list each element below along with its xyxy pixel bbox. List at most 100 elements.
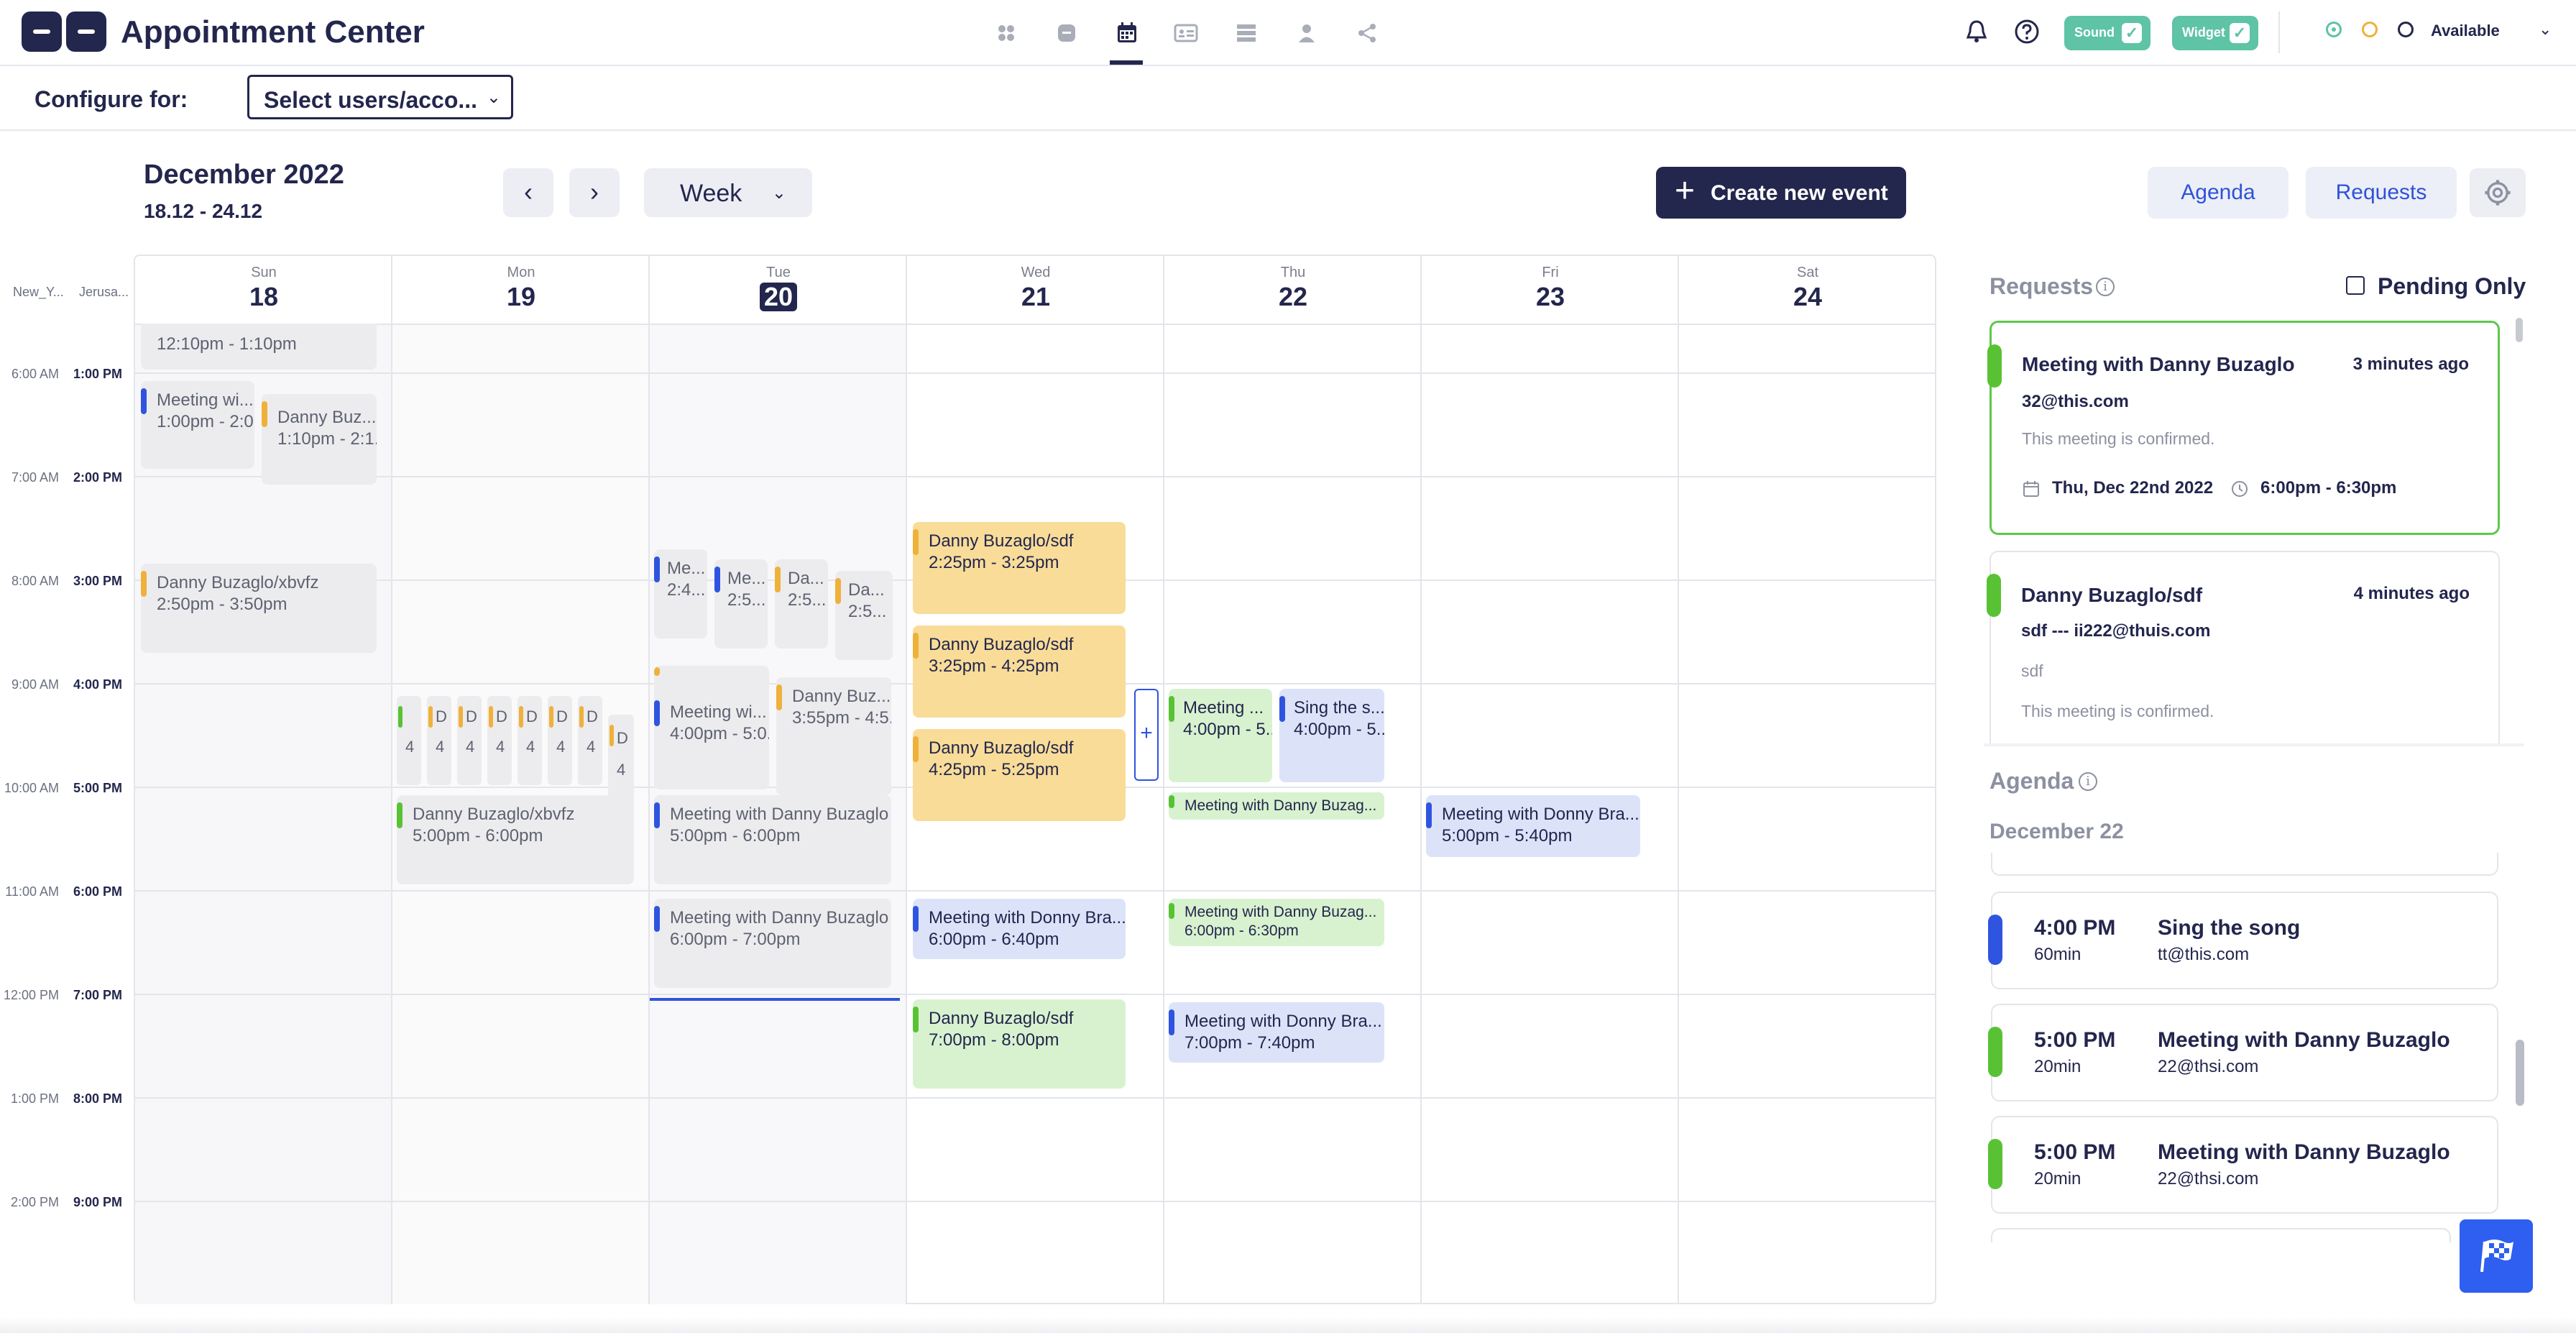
sound-toggle[interactable]: Sound ✓	[2064, 16, 2150, 50]
hour-line	[134, 1201, 1935, 1202]
grid-icon[interactable]	[992, 19, 1021, 47]
calendar-event[interactable]: Da... 2:5...	[775, 559, 828, 649]
create-event-button[interactable]: + Create new event	[1656, 167, 1906, 219]
agenda-accent	[1988, 1139, 2002, 1189]
calendar-event[interactable]: Meeting ... 4:00pm - 5...	[1169, 689, 1272, 782]
hour-line	[134, 476, 1935, 477]
chat-icon[interactable]	[1052, 19, 1081, 47]
hour-line	[134, 994, 1935, 995]
event-title: D	[556, 707, 568, 725]
day-name: Thu	[1280, 265, 1306, 280]
section-divider	[1984, 743, 2524, 746]
calendar-event[interactable]: Meeting with Danny Buzag... 6:00pm - 6:3…	[1169, 899, 1384, 946]
list-icon[interactable]	[1232, 19, 1261, 47]
requests-button[interactable]: Requests	[2306, 167, 2457, 219]
event-title: D	[617, 729, 628, 747]
calendar-event[interactable]: Da... 2:5...	[835, 571, 893, 660]
settings-button[interactable]	[2470, 168, 2526, 217]
calendar-event[interactable]: 12:10pm - 1:10pm	[141, 324, 377, 370]
event-color-bar	[1169, 795, 1174, 808]
status-busy-icon[interactable]	[2398, 22, 2414, 37]
request-time-ago: 4 minutes ago	[2353, 584, 2470, 603]
request-date: Thu, Dec 22nd 2022	[2052, 478, 2214, 498]
calendar-event[interactable]: D4	[427, 696, 451, 785]
calendar-icon[interactable]	[1113, 19, 1141, 47]
status-available-icon[interactable]	[2326, 22, 2342, 37]
user-select[interactable]: Select users/acco... ⌄	[247, 75, 513, 119]
calendar-event[interactable]: Danny Buz... 1:10pm - 2:1...	[262, 394, 377, 485]
calendar-event[interactable]: Me... 2:5...	[714, 559, 768, 649]
calendar-event[interactable]: Me... 2:4...	[654, 549, 707, 638]
calendar-event[interactable]: Danny Buz... 3:55pm - 4:5...	[776, 677, 891, 795]
calendar-event[interactable]: D4	[578, 696, 602, 785]
calendar-event[interactable]: Meeting with Danny Buzag...	[1169, 792, 1384, 820]
calendar-event[interactable]: Meeting wi... 1:00pm - 2:0...	[141, 381, 254, 469]
agenda-title-text: Meeting with Danny Buzaglo	[2158, 1140, 2450, 1164]
info-icon[interactable]: i	[2079, 772, 2097, 791]
calendar-event[interactable]: Danny Buzaglo/sdf 3:25pm - 4:25pm	[913, 626, 1126, 718]
calendar-event[interactable]: Meeting with Danny Buzaglo 5:00pm - 6:00…	[654, 795, 891, 884]
event-time: 3:55pm - 4:5...	[792, 708, 891, 728]
calendar-event[interactable]: Danny Buzaglo/sdf 7:00pm - 8:00pm	[913, 999, 1126, 1089]
event-title: Meeting wi...	[157, 390, 254, 410]
calendar-event[interactable]: D4	[518, 696, 542, 785]
info-icon[interactable]: i	[2096, 278, 2115, 296]
chevron-down-icon[interactable]: ⌄	[2539, 20, 2552, 39]
chevron-down-icon: ⌄	[771, 183, 786, 203]
hour-line	[134, 1097, 1935, 1099]
status-away-icon[interactable]	[2362, 22, 2378, 37]
event-title: Meeting wi...	[670, 702, 767, 722]
user-icon[interactable]	[1292, 19, 1321, 47]
header-divider	[134, 324, 1935, 325]
calendar-event[interactable]: Meeting wi... 4:00pm - 5:0...	[654, 666, 769, 789]
request-card[interactable]: Meeting with Danny Buzaglo 3 minutes ago…	[1987, 321, 2500, 535]
prev-week-button[interactable]: ‹	[503, 168, 553, 217]
agenda-item[interactable]: 4:00 PM 60min Sing the song tt@this.com	[1988, 892, 2498, 989]
pending-only-label[interactable]: Pending Only	[2378, 273, 2526, 300]
calendar-event[interactable]: Danny Buzaglo/xbvfz 5:00pm - 6:00pm	[397, 795, 634, 884]
scrollbar-thumb[interactable]	[2516, 1040, 2524, 1106]
request-accent	[1987, 344, 2002, 388]
agenda-button[interactable]: Agenda	[2148, 167, 2288, 219]
calendar-event[interactable]: D4	[457, 696, 482, 785]
calendar-event[interactable]: Danny Buzaglo/xbvfz 2:50pm - 3:50pm	[141, 564, 377, 653]
bottom-edge-shadow	[0, 1317, 2576, 1333]
widget-toggle[interactable]: Widget ✓	[2172, 16, 2258, 50]
calendar-event[interactable]: D4	[487, 696, 512, 785]
calendar-event[interactable]: Meeting with Donny Bra... 6:00pm - 6:40p…	[913, 899, 1126, 959]
calendar-icon	[2023, 481, 2039, 497]
event-title: Danny Buzaglo/sdf	[929, 738, 1074, 758]
view-select[interactable]: Week ⌄	[644, 168, 812, 217]
pending-only-checkbox[interactable]	[2346, 276, 2365, 295]
calendar-event[interactable]: Danny Buzaglo/sdf 4:25pm - 5:25pm	[913, 729, 1126, 821]
event-time: 12:10pm - 1:10pm	[157, 334, 297, 354]
hour-line	[134, 890, 1935, 892]
help-icon[interactable]	[2012, 17, 2041, 46]
calendar-event[interactable]: Meeting with Donny Bra... 5:00pm - 5:40p…	[1426, 795, 1640, 857]
event-color-bar	[913, 633, 919, 659]
feedback-button[interactable]	[2460, 1219, 2533, 1293]
calendar-event[interactable]: D4	[548, 696, 572, 785]
contact-card-icon[interactable]	[1172, 19, 1200, 47]
agenda-duration: 60min	[2034, 945, 2082, 964]
calendar-event[interactable]: Meeting with Donny Bra... 7:00pm - 7:40p…	[1169, 1002, 1384, 1063]
next-week-button[interactable]: ›	[569, 168, 620, 217]
scrollbar-thumb[interactable]	[2516, 318, 2523, 342]
check-icon: ✓	[2122, 23, 2142, 43]
bell-icon[interactable]	[1962, 17, 1991, 46]
agenda-item[interactable]: 5:00 PM 20min Meeting with Danny Buzaglo…	[1988, 1116, 2498, 1214]
calendar-event[interactable]: Sing the s... 4:00pm - 5...	[1279, 689, 1384, 782]
add-event-slot-button[interactable]: +	[1134, 689, 1159, 781]
share-icon[interactable]	[1353, 19, 1381, 47]
calendar-event[interactable]: 4	[397, 696, 421, 785]
event-color-bar	[1169, 696, 1174, 722]
calendar-event[interactable]: Meeting with Danny Buzaglo 6:00pm - 7:00…	[654, 899, 891, 988]
request-card[interactable]: Danny Buzaglo/sdf 4 minutes ago sdf --- …	[1987, 551, 2500, 745]
calendar-event[interactable]: Danny Buzaglo/sdf 2:25pm - 3:25pm	[913, 522, 1126, 614]
event-color-bar	[459, 706, 463, 728]
status-label[interactable]: Available	[2431, 22, 2500, 40]
agenda-title-text: Sing the song	[2158, 916, 2301, 940]
agenda-item[interactable]: 5:00 PM 20min Meeting with Danny Buzaglo…	[1988, 1004, 2498, 1101]
calendar-event[interactable]: D4	[608, 715, 634, 804]
day-header-sun: Sun 18	[135, 255, 392, 324]
